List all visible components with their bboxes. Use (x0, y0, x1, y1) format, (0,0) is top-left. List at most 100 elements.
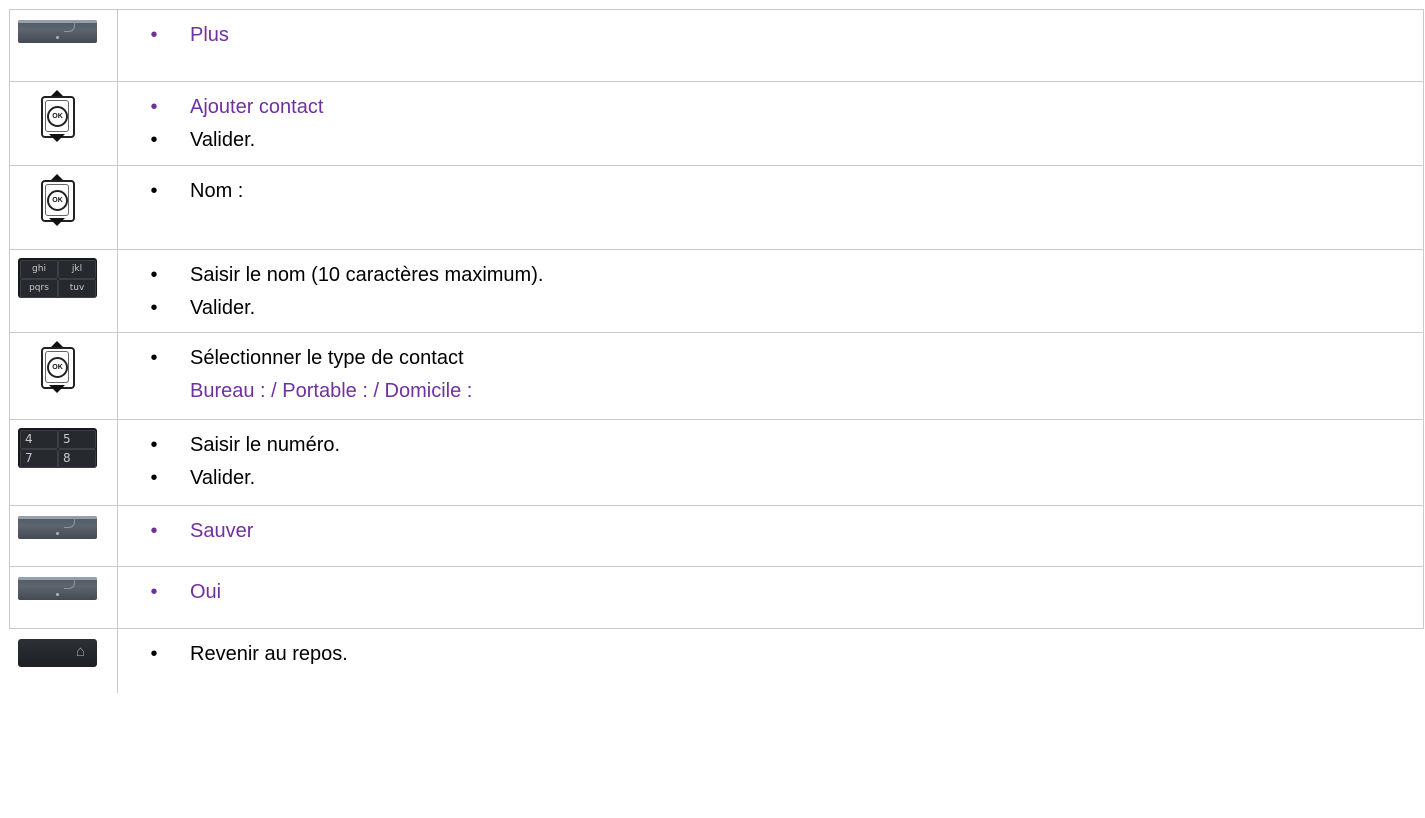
keypad-key: 8 (58, 449, 96, 468)
instruction-item: • Sauver (144, 515, 1414, 548)
instruction-item: • Valider. (144, 462, 1414, 495)
step-instructions: • Oui (144, 576, 1414, 609)
bullet: • (150, 643, 158, 665)
instruction-item: • Nom : (144, 175, 1414, 208)
step-row: ghi jkl pqrs tuv • Saisir le nom (10 caractèr… (9, 249, 1424, 332)
bullet: • (150, 347, 158, 369)
instruction-item: • Ajouter contact (144, 91, 1414, 124)
instruction-table: • Plus OK • Ajouter contact • Valider. OK • Nom :… (9, 9, 1424, 693)
instruction-text: Saisir le nom (10 caractères maximum). (190, 264, 544, 286)
softkey-highlight (18, 20, 97, 23)
step-row: • Oui (9, 566, 1424, 628)
column-divider (117, 250, 118, 332)
row-left-border (9, 166, 10, 249)
column-divider (117, 333, 118, 419)
keypad-key: tuv (58, 279, 96, 298)
softkey-icon (18, 575, 97, 600)
row-right-border (1423, 250, 1424, 332)
arrow-down-icon (49, 134, 65, 142)
column-divider (117, 82, 118, 165)
instruction-item: • Sélectionner le type de contact Bureau :… (144, 342, 1414, 408)
step-row: • Plus (9, 9, 1424, 81)
option-values: Bureau : / Portable : / Domicile : (190, 380, 473, 402)
instruction-item: • Saisir le numéro. (144, 429, 1414, 462)
keypad-key: ghi (20, 260, 58, 279)
bullet: • (150, 297, 158, 319)
softkey-dot (56, 36, 59, 39)
instruction-text: Sélectionner le type de contact (190, 347, 464, 369)
ok-key: OK (47, 357, 68, 378)
bullet: • (150, 24, 158, 46)
row-left-border (9, 333, 10, 419)
house-lock-icon: ⌂ (75, 643, 85, 660)
softkey-curve (64, 22, 75, 32)
bullet: • (150, 180, 158, 202)
step-instructions: • Saisir le nom (10 caractères maximum). •… (144, 259, 1414, 325)
instruction-text: Saisir le numéro. (190, 434, 341, 456)
home-key-icon: ⌂ (18, 637, 97, 667)
softkey-curve (64, 518, 75, 528)
step-instructions: • Nom : (144, 175, 1414, 208)
row-right-border (1423, 82, 1424, 165)
keypad-key: pqrs (20, 279, 58, 298)
step-instructions: • Saisir le numéro. • Valider. (144, 429, 1414, 495)
column-divider (117, 629, 118, 693)
alpha-keypad-icon: ghi jkl pqrs tuv (18, 258, 97, 298)
keypad-graphic: ghi jkl pqrs tuv (18, 258, 97, 298)
softkey-graphic (18, 577, 97, 600)
navigator-ok-icon: OK (18, 174, 97, 226)
step-row: OK • Ajouter contact • Valider. (9, 81, 1424, 165)
bullet: • (150, 581, 158, 603)
row-right-border (1423, 567, 1424, 628)
step-instructions: • Sauver (144, 515, 1414, 548)
ok-key: OK (47, 106, 68, 127)
instruction-text: Sauver (190, 520, 254, 542)
softkey-highlight (18, 516, 97, 519)
row-right-border (1423, 333, 1424, 419)
keypad-key: 7 (20, 449, 58, 468)
numeric-keypad-icon: 4578 (18, 428, 97, 468)
step-instructions: • Revenir au repos. (144, 638, 1414, 671)
arrow-down-icon (49, 218, 65, 226)
step-row: ⌂ • Revenir au repos. (9, 628, 1424, 693)
instruction-text: Valider. (190, 297, 256, 319)
bullet: • (150, 129, 158, 151)
navigator-ok-icon: OK (18, 341, 97, 393)
row-right-border (1423, 420, 1424, 505)
row-right-border (1423, 10, 1424, 81)
softkey-dot (56, 532, 59, 535)
softkey-curve (64, 579, 75, 589)
softkey-icon (18, 18, 97, 43)
row-left-border (9, 10, 10, 81)
instruction-item: • Valider. (144, 292, 1414, 325)
bullet: • (150, 96, 158, 118)
instruction-text: Revenir au repos. (190, 643, 348, 665)
softkey-highlight (18, 577, 97, 580)
keypad-graphic: 4578 (18, 428, 97, 468)
instruction-text: Oui (190, 581, 222, 603)
step-instructions: • Ajouter contact • Valider. (144, 91, 1414, 157)
instruction-text: Valider. (190, 467, 256, 489)
navigator-graphic: OK (40, 174, 75, 226)
row-left-border (9, 506, 10, 566)
row-left-border (9, 250, 10, 332)
step-row: • Sauver (9, 505, 1424, 566)
row-left-border (9, 82, 10, 165)
instruction-item: • Revenir au repos. (144, 638, 1414, 671)
row-left-border (9, 567, 10, 628)
instruction-item: • Valider. (144, 124, 1414, 157)
step-instructions: • Sélectionner le type de contact Bureau :… (144, 342, 1414, 408)
bullet: • (150, 264, 158, 286)
bullet: • (150, 467, 158, 489)
step-row: 4 5 7 8 • Saisir le numéro. • Valider. (9, 419, 1424, 505)
home-key-graphic: ⌂ (18, 639, 97, 667)
bullet: • (150, 520, 158, 542)
ok-key: OK (47, 190, 68, 211)
instruction-text: Ajouter contact (190, 96, 324, 118)
softkey-graphic (18, 20, 97, 43)
navigator-graphic: OK (40, 90, 75, 142)
softkey-graphic (18, 516, 97, 539)
keypad-key: 4 (20, 430, 58, 449)
instruction-text: Plus (190, 24, 229, 46)
bullet: • (150, 434, 158, 456)
